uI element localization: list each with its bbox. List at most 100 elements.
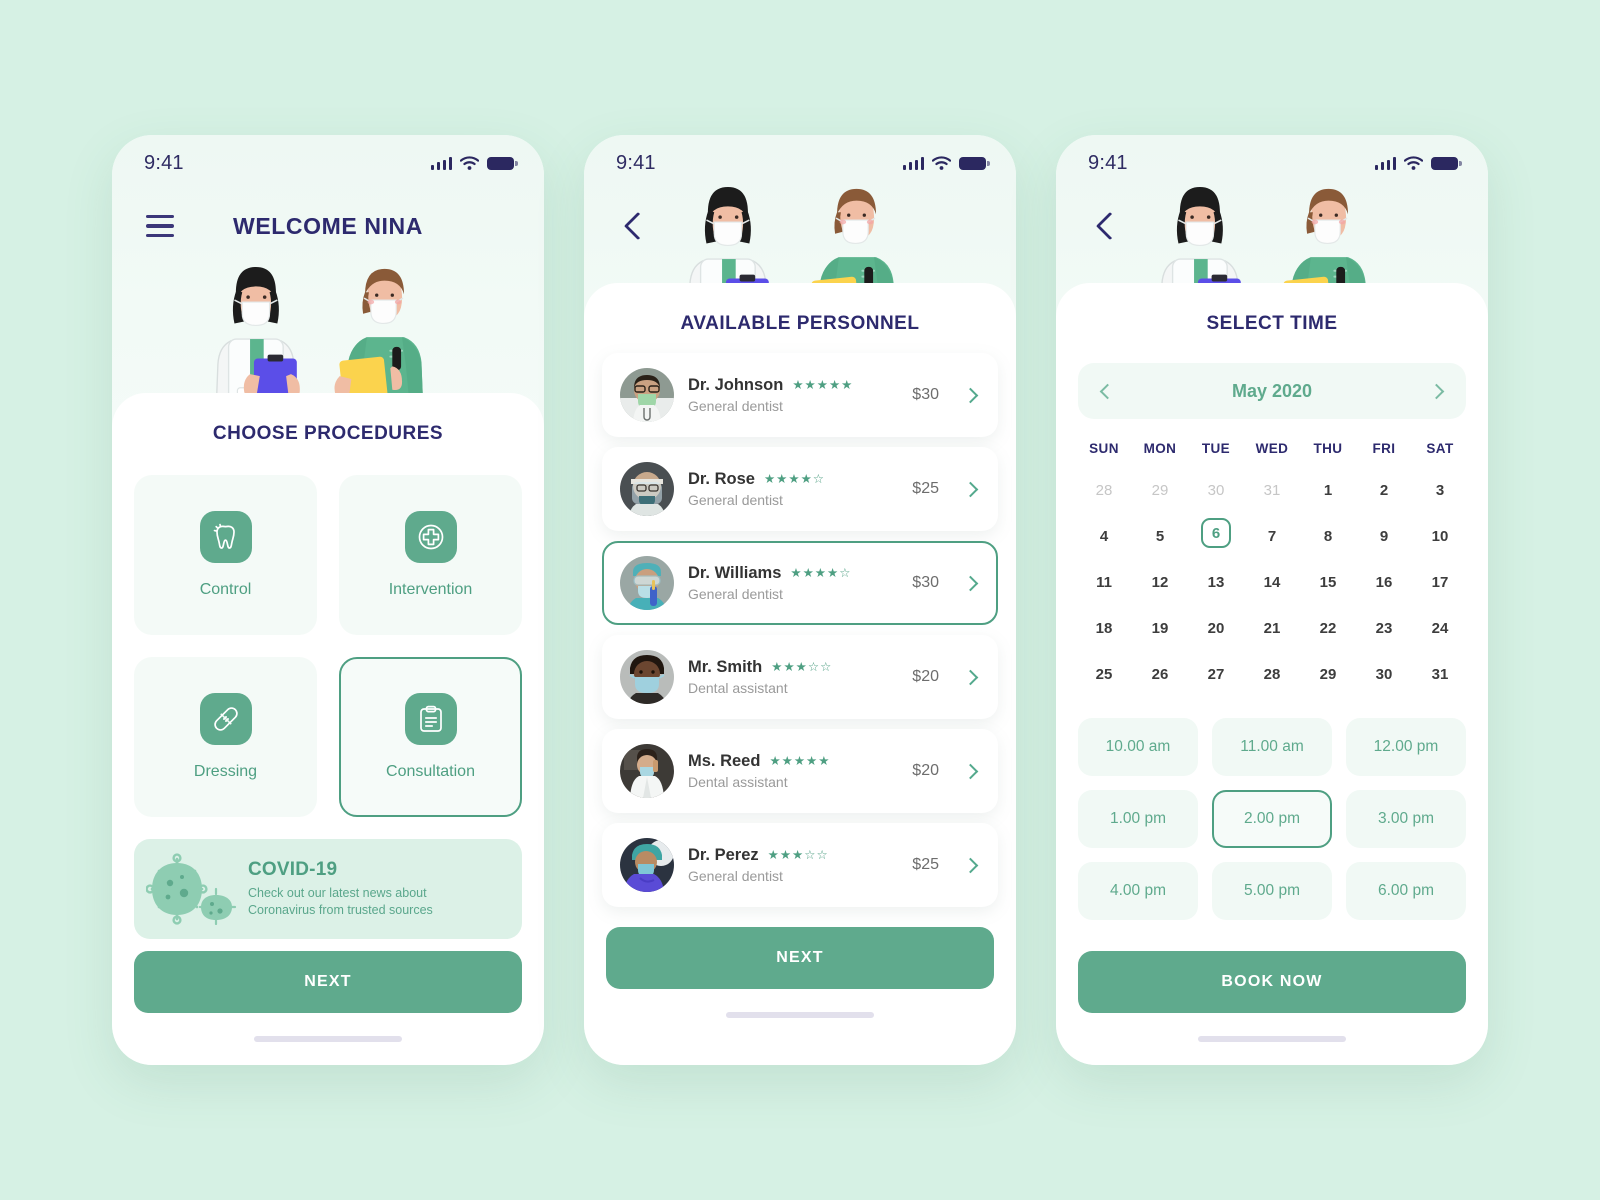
calendar-day[interactable]: 27 — [1188, 656, 1244, 692]
time-slot[interactable]: 1.00 pm — [1078, 790, 1198, 848]
calendar-day[interactable]: 13 — [1188, 564, 1244, 600]
status-bar-1: 9:41 — [112, 135, 544, 191]
calendar-day[interactable]: 21 — [1244, 610, 1300, 646]
time-slot[interactable]: 10.00 am — [1078, 718, 1198, 776]
calendar-day[interactable]: 19 — [1132, 610, 1188, 646]
personnel-row[interactable]: Ms. Reed ★★★★★ Dental assistant $20 — [602, 729, 998, 813]
calendar-day[interactable]: 31 — [1412, 656, 1468, 692]
calendar-day[interactable]: 2 — [1356, 472, 1412, 508]
calendar-day[interactable]: 29 — [1132, 472, 1188, 508]
calendar-day[interactable]: 28 — [1076, 472, 1132, 508]
weekday-label: MON — [1143, 441, 1177, 456]
calendar-day[interactable]: 12 — [1132, 564, 1188, 600]
chevron-right-icon[interactable] — [962, 763, 979, 779]
chevron-right-icon[interactable] — [1428, 383, 1445, 399]
calendar-day[interactable]: 31 — [1244, 472, 1300, 508]
screen2-header — [584, 191, 1016, 261]
calendar-day[interactable]: 10 — [1412, 518, 1468, 554]
chevron-left-icon[interactable] — [1099, 383, 1116, 399]
time-slot[interactable]: 11.00 am — [1212, 718, 1332, 776]
calendar-day[interactable]: 7 — [1244, 518, 1300, 554]
calendar-day-selected[interactable]: 6 — [1201, 518, 1231, 548]
calendar-day[interactable]: 29 — [1300, 656, 1356, 692]
personnel-row[interactable]: Dr. Perez ★★★☆☆ General dentist $25 — [602, 823, 998, 907]
covid-banner[interactable]: COVID-19 Check out our latest news about… — [134, 839, 522, 939]
calendar-day[interactable]: 30 — [1356, 656, 1412, 692]
calendar-day[interactable]: 16 — [1356, 564, 1412, 600]
personnel-role: Dental assistant — [688, 680, 788, 696]
procedure-card-control[interactable]: Control — [134, 475, 317, 635]
calendar-day[interactable]: 28 — [1244, 656, 1300, 692]
calendar-day[interactable]: 9 — [1356, 518, 1412, 554]
calendar-day[interactable]: 25 — [1076, 656, 1132, 692]
rating-stars: ★★★★★ — [792, 378, 854, 393]
sheet-title: SELECT TIME — [1206, 313, 1338, 334]
weekday-label: SUN — [1089, 441, 1119, 456]
personnel-row-selected[interactable]: Dr. Williams ★★★★☆ General dentist $30 — [602, 541, 998, 625]
chevron-right-icon[interactable] — [962, 575, 979, 591]
chevron-right-icon[interactable] — [962, 387, 979, 403]
covid-title: COVID-19 — [248, 859, 338, 881]
calendar-day[interactable]: 14 — [1244, 564, 1300, 600]
calendar-day[interactable]: 3 — [1412, 472, 1468, 508]
procedure-label: Intervention — [388, 581, 473, 598]
calendar-day[interactable]: 1 — [1300, 472, 1356, 508]
sheet-title: CHOOSE PROCEDURES — [212, 423, 444, 444]
calendar-day[interactable]: 8 — [1300, 518, 1356, 554]
calendar-day[interactable]: 30 — [1188, 472, 1244, 508]
chevron-right-icon[interactable] — [962, 669, 979, 685]
personnel-price: $20 — [912, 762, 939, 779]
hamburger-menu-icon[interactable] — [146, 214, 174, 238]
chevron-right-icon[interactable] — [962, 481, 979, 497]
calendar-day[interactable]: 18 — [1076, 610, 1132, 646]
personnel-row[interactable]: Mr. Smith ★★★☆☆ Dental assistant $20 — [602, 635, 998, 719]
calendar-day[interactable]: 17 — [1412, 564, 1468, 600]
personnel-name-row: Ms. Reed ★★★★★ — [688, 752, 898, 771]
time-slot[interactable]: 5.00 pm — [1212, 862, 1332, 920]
back-button[interactable] — [618, 209, 652, 243]
status-time: 9:41 — [1088, 151, 1128, 174]
calendar-day[interactable]: 22 — [1300, 610, 1356, 646]
personnel-info: Dr. Johnson ★★★★★ General dentist — [688, 376, 898, 414]
calendar-day[interactable]: 24 — [1412, 610, 1468, 646]
personnel-row[interactable]: Dr. Johnson ★★★★★ General dentist $30 — [602, 353, 998, 437]
calendar-week-row: 18 19 20 21 22 23 24 — [1076, 610, 1468, 646]
procedure-card-dressing[interactable]: Dressing — [134, 657, 317, 817]
calendar-day[interactable]: 11 — [1076, 564, 1132, 600]
time-slot[interactable]: 12.00 pm — [1346, 718, 1466, 776]
back-button[interactable] — [1090, 209, 1124, 243]
time-slot[interactable]: 6.00 pm — [1346, 862, 1466, 920]
next-button-screen1[interactable]: NEXT — [134, 951, 522, 1013]
covid-banner-text: COVID-19 Check out our latest news about… — [248, 859, 433, 918]
procedure-label: Consultation — [386, 763, 475, 780]
procedure-card-intervention[interactable]: Intervention — [339, 475, 522, 635]
calendar-day[interactable]: 20 — [1188, 610, 1244, 646]
clipboard-icon — [404, 693, 457, 745]
personnel-row[interactable]: Dr. Rose ★★★★☆ General dentist $25 — [602, 447, 998, 531]
chevron-right-icon[interactable] — [962, 857, 979, 873]
weekday-label: TUE — [1201, 441, 1231, 456]
time-slot-selected[interactable]: 2.00 pm — [1212, 790, 1332, 848]
calendar-week-row: 4 5 6 7 8 9 10 — [1076, 518, 1468, 554]
personnel-info: Mr. Smith ★★★☆☆ Dental assistant — [688, 658, 898, 696]
status-icons — [902, 156, 990, 170]
calendar-day[interactable]: 23 — [1356, 610, 1412, 646]
weekday-label: THU — [1313, 441, 1343, 456]
status-bar-2: 9:41 — [584, 135, 1016, 191]
personnel-role: General dentist — [688, 492, 783, 508]
time-slot[interactable]: 3.00 pm — [1346, 790, 1466, 848]
bandage-icon — [199, 693, 252, 745]
procedure-card-consultation[interactable]: Consultation — [339, 657, 522, 817]
status-bar-3: 9:41 — [1056, 135, 1488, 191]
personnel-role: General dentist — [688, 586, 783, 602]
next-button-screen2[interactable]: NEXT — [606, 927, 994, 989]
calendar-day[interactable]: 26 — [1132, 656, 1188, 692]
rating-stars: ★★★★☆ — [790, 566, 852, 581]
calendar-day[interactable]: 5 — [1132, 518, 1188, 554]
time-slot[interactable]: 4.00 pm — [1078, 862, 1198, 920]
book-now-button[interactable]: BOOK NOW — [1078, 951, 1466, 1013]
calendar-day[interactable]: 4 — [1076, 518, 1132, 554]
calendar-day[interactable]: 15 — [1300, 564, 1356, 600]
personnel-role: Dental assistant — [688, 774, 788, 790]
signal-bars-icon — [902, 156, 924, 170]
